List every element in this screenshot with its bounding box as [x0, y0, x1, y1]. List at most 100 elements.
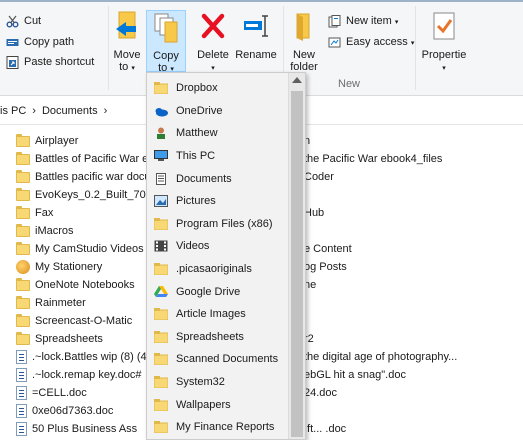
file-name: the Pacific War ebook4_files	[304, 153, 443, 165]
pictures-icon	[154, 195, 168, 208]
menu-item-label: System32	[176, 376, 225, 389]
breadcrumb-documents[interactable]: Documents	[42, 105, 98, 117]
file-name: r2	[304, 333, 314, 345]
folder-icon	[16, 331, 30, 345]
user-icon	[154, 127, 168, 140]
cut-button[interactable]: Cut	[6, 12, 41, 30]
copy-to-button[interactable]: Copy to ▾	[146, 10, 186, 74]
cut-label: Cut	[24, 15, 42, 27]
folder-icon	[16, 133, 30, 147]
folder-icon	[153, 263, 169, 276]
file-name: .~lock.Battles wip (8) (4	[32, 351, 147, 363]
videos-icon	[154, 240, 168, 252]
file-name: e Content	[304, 243, 352, 255]
scroll-up-arrow-icon[interactable]	[292, 77, 302, 83]
delete-button[interactable]: Delete ▾	[193, 10, 233, 75]
menu-item-label: Program Files (x86)	[176, 217, 273, 230]
menu-item-picasaoriginals[interactable]: .picasaoriginals	[147, 258, 287, 281]
menu-item-label: Dropbox	[176, 82, 218, 95]
menu-item-pictures[interactable]: Pictures	[147, 190, 287, 213]
folder-icon	[16, 187, 30, 201]
file-name: Coder	[304, 171, 334, 183]
file-name: Screencast-O-Matic	[35, 315, 133, 327]
menu-item-label: Google Drive	[176, 285, 241, 298]
menu-item-spreadsheets[interactable]: Spreadsheets	[147, 326, 287, 349]
menu-item-wallpapers[interactable]: Wallpapers	[147, 393, 287, 416]
easy-access-button[interactable]: Easy access ▾	[328, 33, 414, 51]
file-name: My CamStudio Videos	[35, 243, 144, 255]
paste-shortcut-label: Paste shortcut	[24, 56, 95, 68]
properties-checkmark-icon	[429, 10, 459, 45]
menu-item-my-finance-reports[interactable]: My Finance Reports	[147, 416, 287, 439]
menu-item-onedrive[interactable]: OneDrive	[147, 100, 287, 123]
menu-item-system32[interactable]: System32	[147, 371, 287, 394]
menu-item-label: Article Images	[176, 308, 246, 321]
copy-path-button[interactable]: Copy path	[6, 33, 74, 51]
menu-item-label: .picasaoriginals	[176, 263, 252, 276]
file-name: =CELL.doc	[32, 387, 87, 399]
document-icon	[16, 422, 27, 436]
menu-item-documents[interactable]: Documents	[147, 167, 287, 190]
menu-item-label: OneDrive	[176, 104, 223, 117]
menu-item-article-images[interactable]: Article Images	[147, 303, 287, 326]
new-folder-button[interactable]: New folder	[286, 10, 322, 73]
menu-item-label: Pictures	[176, 195, 216, 208]
stationery-icon	[16, 260, 30, 274]
properties-label: Propertie ▾	[421, 49, 467, 72]
file-name: 0xe06d7363.doc	[32, 405, 114, 417]
move-to-button[interactable]: Move to ▾	[110, 10, 144, 75]
document-icon	[16, 368, 27, 382]
ribbon-top-border	[0, 0, 523, 2]
menu-item-this-pc[interactable]: This PC	[147, 145, 287, 168]
menu-item-matthew[interactable]: Matthew	[147, 122, 287, 145]
scrollbar-thumb[interactable]	[291, 91, 303, 437]
document-icon	[16, 404, 27, 418]
google-drive-icon	[154, 285, 168, 298]
folder-icon	[153, 376, 169, 389]
file-name: ne	[304, 279, 317, 291]
menu-item-label: Scanned Documents	[176, 353, 279, 366]
menu-item-google-drive[interactable]: Google Drive	[147, 280, 287, 303]
folder-icon	[153, 398, 169, 412]
menu-scrollbar[interactable]	[288, 73, 305, 439]
copy-to-icon	[151, 11, 181, 46]
breadcrumb-separator[interactable]: ›	[104, 105, 108, 117]
move-to-label: Move to ▾	[113, 49, 141, 73]
file-name: the digital age of photography...	[304, 351, 458, 363]
folder-icon	[16, 223, 30, 237]
onedrive-cloud-icon	[154, 105, 168, 117]
rename-icon	[241, 10, 271, 45]
file-name: Battles pacific war docu	[35, 171, 150, 183]
move-to-icon	[112, 10, 142, 45]
ribbon-separator	[415, 6, 416, 90]
menu-item-dropbox[interactable]: Dropbox	[147, 77, 287, 100]
folder-icon	[16, 277, 30, 291]
menu-item-label: Wallpapers	[176, 398, 231, 411]
rename-button[interactable]: Rename	[235, 10, 277, 61]
rename-label: Rename	[235, 49, 277, 61]
document-icon	[16, 386, 27, 400]
folder-icon	[16, 169, 30, 183]
menu-item-label: Matthew	[176, 127, 218, 140]
scissors-icon	[6, 15, 19, 28]
paste-shortcut-button[interactable]: Paste shortcut	[6, 53, 94, 71]
menu-item-label: Videos	[176, 240, 210, 253]
document-icon	[16, 350, 27, 364]
ribbon-separator	[108, 6, 109, 90]
new-item-button[interactable]: New item ▾	[328, 12, 398, 30]
file-name: iMacros	[35, 225, 74, 237]
properties-button[interactable]: Propertie ▾	[420, 10, 468, 75]
paste-shortcut-icon	[6, 55, 19, 69]
folder-icon	[16, 205, 30, 219]
file-name: Battles of Pacific War eb	[35, 153, 150, 165]
breadcrumb-this-pc[interactable]: is PC	[0, 105, 26, 117]
folder-icon	[153, 353, 169, 366]
file-name: .~lock.remap key.doc#	[32, 369, 142, 381]
menu-item-scanned-documents[interactable]: Scanned Documents	[147, 348, 287, 371]
file-name: Rainmeter	[35, 297, 86, 309]
breadcrumb-separator[interactable]: ›	[32, 105, 36, 117]
menu-item-program-files-x86[interactable]: Program Files (x86)	[147, 213, 287, 236]
file-name: Hub	[304, 207, 325, 219]
menu-item-videos[interactable]: Videos	[147, 235, 287, 258]
new-item-icon	[328, 14, 341, 28]
